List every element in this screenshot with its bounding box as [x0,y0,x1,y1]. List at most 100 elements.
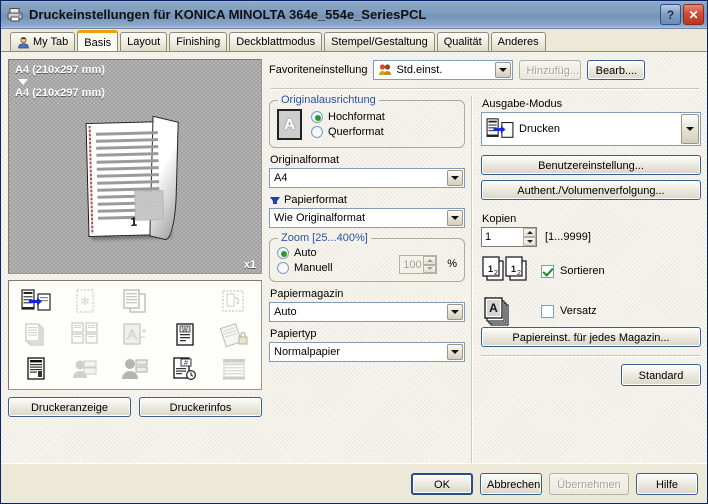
offset-checkbox[interactable]: Versatz [541,304,597,318]
tab-deckblattmodus[interactable]: Deckblattmodus [229,32,323,51]
favorites-edit-button[interactable]: Bearb.... [587,60,646,80]
copies-row: 1 [1...9999] [481,227,701,247]
page-image-block [134,190,165,221]
collate-row: 1 2 1 2 Sortieren [481,255,701,287]
paper-format-label-row: Papierformat [270,194,465,206]
paper-type-select[interactable]: Normalpapier [269,342,465,362]
paper-type-label: Papiertyp [270,328,317,340]
svg-text:1: 1 [511,264,516,274]
zoom-value-stepper[interactable]: 100 [399,255,438,274]
chevron-down-icon[interactable] [447,344,463,360]
stepper-up-icon[interactable] [423,256,437,265]
paper-format-select[interactable]: Wie Originalformat [269,208,465,228]
preview-column: A4 (210x297 mm) A4 (210x297 mm) 1 x1 ✻ A… [8,59,262,463]
collate-checkbox[interactable]: Sortieren [541,264,605,278]
tab-qualitaet[interactable]: Qualität [436,32,489,51]
tab-label: Finishing [176,36,221,48]
printer-display-button[interactable]: Druckeranzeige [8,397,131,417]
output-mode-select[interactable]: Drucken [481,112,701,146]
timed-print-icon[interactable]: # [160,352,210,386]
help-button[interactable]: Hilfe [636,472,698,495]
svg-text:A: A [127,326,137,342]
radio-zoom-auto[interactable]: Auto [277,247,389,259]
orientation-radios: Hochformat Querformat [311,111,385,138]
tab-layout[interactable]: Layout [120,32,168,51]
feature-icon-grid: ✻ A W # [8,280,262,390]
booklet-icon[interactable] [209,284,259,318]
tab-label: Layout [127,36,161,48]
paper-tray-select[interactable]: Auto [269,302,465,322]
overlay-a-icon[interactable]: A [110,318,160,352]
favorites-select[interactable]: Std.einst. [373,60,514,80]
divider [271,88,699,90]
svg-text:✻: ✻ [81,296,90,308]
chevron-down-icon[interactable] [681,114,699,144]
tab-label: My Tab [33,36,69,48]
chevron-down-icon[interactable] [447,170,463,186]
tab-basis[interactable]: Basis [77,30,119,51]
paper-tray-label: Papiermagazin [270,288,344,300]
ok-button[interactable]: OK [411,472,473,495]
favorite-setting-icon [378,63,392,77]
tab-stempel-gestaltung[interactable]: Stempel/Gestaltung [324,32,435,51]
favorites-add-button[interactable]: Hinzufüg.... [519,60,582,80]
printer-output-icon[interactable] [11,284,61,318]
svg-text:#: # [184,360,188,367]
svg-text:1: 1 [488,264,493,274]
copy-pages-icon[interactable] [110,284,160,318]
radio-label: Auto [294,247,317,259]
copies-stepper[interactable]: 1 [481,227,537,247]
original-format-select[interactable]: A4 [269,168,465,188]
blinds-icon[interactable] [209,352,259,386]
apply-button[interactable]: Übernehmen [549,472,629,495]
preview-zoom-indicator: x1 [243,259,256,271]
down-arrow-icon [18,79,28,85]
stepper-down-icon[interactable] [423,264,437,273]
svg-text:2: 2 [517,270,521,277]
paper-format-label: Papierformat [284,194,347,206]
nup-layout-icon[interactable] [61,318,111,352]
secure-print-icon[interactable] [209,318,259,352]
form-overlay-icon[interactable]: W [160,318,210,352]
printer-info-button[interactable]: Druckerinfos [139,397,262,417]
pane-left-settings: Originalausrichtung A Hochformat Querfor… [269,94,465,463]
chevron-down-icon[interactable] [447,210,463,226]
user-settings-button[interactable]: Benutzereinstellung... [481,155,701,175]
standard-button[interactable]: Standard [621,364,701,386]
cancel-button[interactable]: Abbrechen [480,472,542,495]
pane-right-settings: Ausgabe-Modus Drucken Benutzereinstellun… [481,96,701,463]
tab-finishing[interactable]: Finishing [169,32,228,51]
stepper-up-icon[interactable] [523,228,536,237]
tab-my-tab[interactable]: My Tab [10,32,76,51]
print-preview[interactable]: A4 (210x297 mm) A4 (210x297 mm) 1 x1 [8,59,262,274]
radio-hochformat[interactable]: Hochformat [311,111,385,123]
offset-icon: A [481,295,527,327]
tab-label: Basis [84,36,112,49]
page-margin-marker [88,125,94,234]
radio-querformat[interactable]: Querformat [311,126,385,138]
close-icon[interactable]: ✕ [683,4,704,25]
offset-row: A Versatz [481,295,701,327]
tray-settings-button[interactable]: Papiereinst. für jedes Magazin... [481,327,701,347]
radio-zoom-manuell[interactable]: Manuell [277,262,389,274]
stepper-down-icon[interactable] [523,237,536,246]
zoom-radios: Auto Manuell [277,247,389,274]
chevron-down-icon[interactable] [495,62,512,78]
tab-anderes[interactable]: Anderes [490,32,546,51]
watermark-icon[interactable]: ✻ [61,284,111,318]
favorites-label: Favoriteneinstellung [269,64,368,76]
copies-label: Kopien [482,213,517,225]
authentication-button[interactable]: Authent./Volumenverfolgung... [481,180,701,200]
stepper-buttons[interactable] [523,228,536,246]
user-auth-icon[interactable] [110,352,160,386]
user-box-icon[interactable] [61,352,111,386]
stacked-pages-icon[interactable] [11,318,61,352]
document-chart-icon[interactable] [11,352,61,386]
dialog-footer: OK Abbrechen Übernehmen Hilfe [1,463,707,503]
radio-dot [311,111,323,123]
help-titlebar-button[interactable]: ? [660,4,681,25]
chevron-down-icon[interactable] [447,304,463,320]
zoom-row: Auto Manuell 100 % [277,247,457,274]
stepper-buttons[interactable] [423,256,437,273]
svg-text:2: 2 [494,270,498,277]
